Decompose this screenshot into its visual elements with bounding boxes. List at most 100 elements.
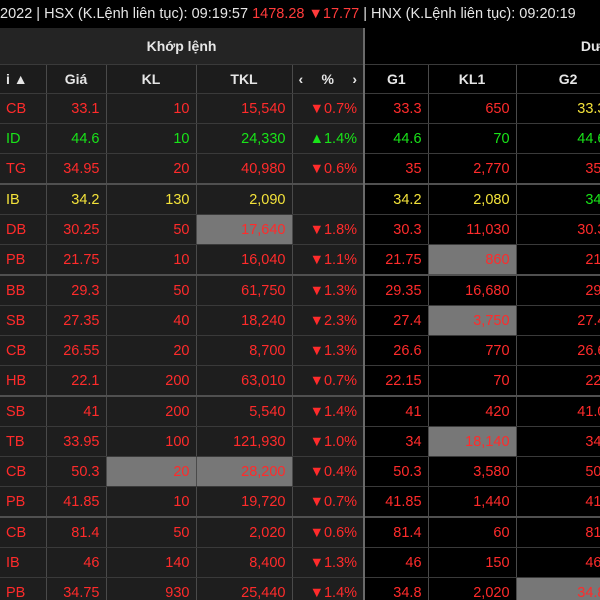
cell-pct: ▼0.7% (292, 486, 366, 518)
table-row[interactable]: TG34.952040,980▼0.6%352,77035.1 (0, 153, 600, 185)
cell-price: 41 (46, 395, 107, 427)
cell-kl1: 3,580 (428, 456, 517, 487)
col-kl1: KL1 (428, 64, 517, 94)
cell-g2: 34.85 (516, 577, 600, 600)
cell-g1: 34.2 (364, 183, 429, 215)
table-row[interactable]: PB41.851019,720▼0.7%41.851,44041.9 (0, 486, 600, 518)
col-g1: G1 (364, 64, 429, 94)
cell-code: SB (0, 395, 47, 427)
cell-pct: ▲1.4% (292, 123, 366, 154)
cell-g1: 41 (364, 395, 429, 427)
cell-kl1: 70 (428, 123, 517, 154)
cell-pct: ▼1.3% (292, 335, 366, 366)
cell-vol: 930 (106, 577, 197, 600)
ticker-hsx-label: HSX (K.Lệnh liên tục): (44, 6, 188, 22)
table-row[interactable]: ID44.61024,330▲1.4%44.67044.65 (0, 123, 600, 154)
cell-pct: ▼1.8% (292, 214, 366, 245)
cell-price: 29.3 (46, 274, 107, 306)
table-row[interactable]: HB22.120063,010▼0.7%22.157022.2 (0, 365, 600, 397)
cell-kl1: 420 (428, 395, 517, 427)
cell-price: 21.75 (46, 244, 107, 276)
cell-pct: ▼1.4% (292, 577, 366, 600)
table-row[interactable]: SB27.354018,240▼2.3%27.43,75027.45 (0, 305, 600, 336)
group-header-match: Khớp lệnh (0, 28, 366, 65)
table-row[interactable]: PB34.7593025,440▼1.4%34.82,02034.85 (0, 577, 600, 600)
col-pct-label: % (321, 71, 334, 87)
cell-code: TB (0, 426, 47, 457)
table-row[interactable]: BB29.35061,750▼1.3%29.3516,68029.4 (0, 274, 600, 306)
cell-pct: ▼2.3% (292, 305, 366, 336)
cell-vol: 10 (106, 93, 197, 124)
cell-g1: 81.4 (364, 516, 429, 548)
cell-tkl: 2,020 (196, 516, 293, 548)
cell-vol: 20 (106, 456, 197, 487)
cell-g1: 46 (364, 547, 429, 578)
cell-price: 81.4 (46, 516, 107, 548)
cell-kl1: 60 (428, 516, 517, 548)
cell-code: CB (0, 456, 47, 487)
ticker-hsx-index: 1478.28 (252, 6, 305, 22)
cell-tkl: 15,540 (196, 93, 293, 124)
cell-price: 41.85 (46, 486, 107, 518)
col-g2: G2 (516, 64, 600, 94)
chevron-left-icon[interactable]: ‹ (299, 71, 304, 87)
cell-code: CB (0, 93, 47, 124)
price-board-table: Khớp lệnh Dư b i ▲ Giá KL TKL ‹ % › G1 K… (0, 28, 600, 600)
col-vol: KL (106, 64, 197, 94)
table-row[interactable]: IB34.21302,09034.22,08034.4 (0, 183, 600, 215)
table-row[interactable]: CB81.4502,020▼0.6%81.46081.5 (0, 516, 600, 548)
cell-kl1: 18,140 (428, 426, 517, 457)
table-row[interactable]: IB461408,400▼1.3%4615046.2 (0, 547, 600, 578)
cell-kl1: 11,030 (428, 214, 517, 245)
cell-pct: ▼1.1% (292, 244, 366, 276)
cell-price: 26.55 (46, 335, 107, 366)
cell-price: 46 (46, 547, 107, 578)
cell-price: 34.2 (46, 183, 107, 215)
cell-tkl: 19,720 (196, 486, 293, 518)
table-row[interactable]: CB26.55208,700▼1.3%26.677026.65 (0, 335, 600, 366)
cell-kl1: 650 (428, 93, 517, 124)
group-header-bid: Dư b (364, 28, 600, 65)
cell-g2: 21.8 (516, 244, 600, 276)
table-row[interactable]: CB50.32028,200▼0.4%50.33,58050.4 (0, 456, 600, 487)
chevron-right-icon[interactable]: › (352, 71, 357, 87)
cell-tkl: 16,040 (196, 244, 293, 276)
cell-g2: 33.35 (516, 93, 600, 124)
cell-g1: 41.85 (364, 486, 429, 518)
cell-g2: 81.5 (516, 516, 600, 548)
cell-vol: 200 (106, 365, 197, 397)
cell-code: ID (0, 123, 47, 154)
cell-g2: 26.65 (516, 335, 600, 366)
cell-vol: 100 (106, 426, 197, 457)
table-row[interactable]: PB21.751016,040▼1.1%21.7586021.8 (0, 244, 600, 276)
cell-tkl: 40,980 (196, 153, 293, 185)
table-row[interactable]: TB33.95100121,930▼1.0%3418,14034.1 (0, 426, 600, 457)
cell-price: 30.25 (46, 214, 107, 245)
cell-code: CB (0, 516, 47, 548)
cell-g1: 26.6 (364, 335, 429, 366)
cell-vol: 50 (106, 274, 197, 306)
cell-g1: 27.4 (364, 305, 429, 336)
cell-kl1: 3,750 (428, 305, 517, 336)
cell-code: DB (0, 214, 47, 245)
cell-vol: 130 (106, 183, 197, 215)
cell-tkl: 2,090 (196, 183, 293, 215)
cell-tkl: 61,750 (196, 274, 293, 306)
market-ticker: 2022 | HSX (K.Lệnh liên tục): 09:19:57 1… (0, 0, 600, 28)
cell-pct: ▼1.0% (292, 426, 366, 457)
table-row[interactable]: DB30.255017,640▼1.8%30.311,03030.35 (0, 214, 600, 245)
col-code-sort[interactable]: i ▲ (0, 64, 47, 94)
cell-price: 27.35 (46, 305, 107, 336)
cell-kl1: 2,020 (428, 577, 517, 600)
ticker-hnx-label: HNX (K.Lệnh liên tục): (371, 6, 516, 22)
cell-g1: 22.15 (364, 365, 429, 397)
cell-code: PB (0, 244, 47, 276)
cell-g1: 34.8 (364, 577, 429, 600)
table-row[interactable]: CB33.11015,540▼0.7%33.365033.35 (0, 93, 600, 124)
cell-tkl: 63,010 (196, 365, 293, 397)
table-row[interactable]: SB412005,540▼1.4%4142041.05 (0, 395, 600, 427)
cell-code: SB (0, 305, 47, 336)
ticker-hsx-time: 09:19:57 (191, 6, 249, 22)
cell-kl1: 1,440 (428, 486, 517, 518)
cell-vol: 50 (106, 214, 197, 245)
